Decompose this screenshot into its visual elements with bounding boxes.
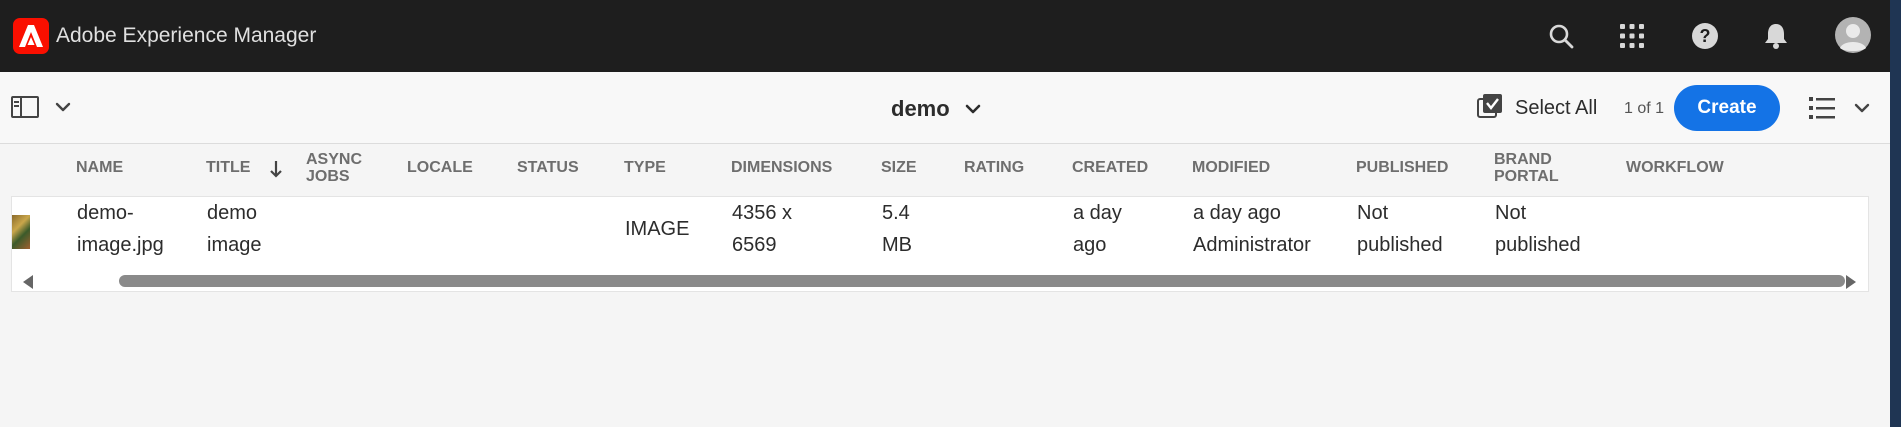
- cell-brand-portal: Not published: [1495, 202, 1581, 256]
- column-header-type[interactable]: TYPE: [624, 159, 666, 176]
- list-view-icon[interactable]: [1808, 94, 1836, 122]
- cell-created: a day ago: [1073, 202, 1122, 256]
- cell-size: 5.4 MB: [882, 202, 912, 256]
- column-header-modified[interactable]: MODIFIED: [1192, 159, 1270, 176]
- select-all-label: Select All: [1515, 96, 1598, 119]
- folder-chevron-down-icon[interactable]: [962, 98, 984, 120]
- bell-icon[interactable]: [1758, 18, 1794, 54]
- scroll-right-icon[interactable]: [1846, 275, 1856, 289]
- column-header-created[interactable]: CREATED: [1072, 159, 1148, 176]
- cell-type: IMAGE: [625, 218, 690, 240]
- column-header-dimensions[interactable]: DIMENSIONS: [731, 159, 832, 176]
- page-count: 1 of 1: [1624, 100, 1665, 117]
- horizontal-scrollbar[interactable]: [11, 270, 1869, 292]
- chevron-down-icon[interactable]: [52, 96, 74, 118]
- cell-dimensions: 4356 x 6569: [732, 202, 793, 256]
- column-header-brand-portal[interactable]: BRAND PORTAL: [1494, 151, 1559, 185]
- cell-title: demo image: [207, 202, 262, 256]
- column-header-rating[interactable]: RATING: [964, 159, 1024, 176]
- rail-toggle-icon[interactable]: [10, 94, 40, 120]
- select-all-button[interactable]: Select All: [1477, 89, 1597, 127]
- column-header-async-jobs[interactable]: ASYNC JOBS: [306, 151, 362, 185]
- create-button[interactable]: Create: [1674, 85, 1780, 131]
- column-header-workflow[interactable]: WORKFLOW: [1626, 159, 1724, 176]
- search-icon[interactable]: [1543, 18, 1579, 54]
- window-edge: [1890, 0, 1901, 427]
- svg-text:?: ?: [1700, 26, 1711, 46]
- adobe-logo-icon[interactable]: [13, 18, 49, 54]
- cell-published: Not published: [1357, 202, 1443, 256]
- column-header-published[interactable]: PUBLISHED: [1356, 159, 1448, 176]
- app-title[interactable]: Adobe Experience Manager: [56, 24, 316, 48]
- global-header: Adobe Experience Manager ?: [0, 0, 1890, 72]
- column-header-locale[interactable]: LOCALE: [407, 159, 473, 176]
- column-header-status[interactable]: STATUS: [517, 159, 579, 176]
- apps-grid-icon[interactable]: [1614, 18, 1650, 54]
- view-chevron-down-icon[interactable]: [1851, 97, 1873, 119]
- cell-name[interactable]: demo-image.jpg: [77, 197, 164, 261]
- scrollbar-thumb[interactable]: [119, 275, 1845, 287]
- select-all-icon: [1477, 93, 1503, 124]
- column-header-size[interactable]: SIZE: [881, 159, 917, 176]
- sort-descending-icon[interactable]: [268, 159, 286, 179]
- action-bar: demo Select All 1 of 1 Create: [0, 72, 1890, 144]
- folder-title[interactable]: demo: [891, 96, 950, 122]
- cell-modified: a day ago Administrator: [1193, 202, 1311, 256]
- asset-thumbnail[interactable]: [12, 215, 30, 249]
- help-icon[interactable]: ?: [1687, 18, 1723, 54]
- scroll-left-icon[interactable]: [23, 275, 33, 289]
- column-header-name[interactable]: NAME: [76, 159, 123, 176]
- avatar[interactable]: [1834, 16, 1872, 54]
- column-header-title[interactable]: TITLE: [206, 159, 250, 176]
